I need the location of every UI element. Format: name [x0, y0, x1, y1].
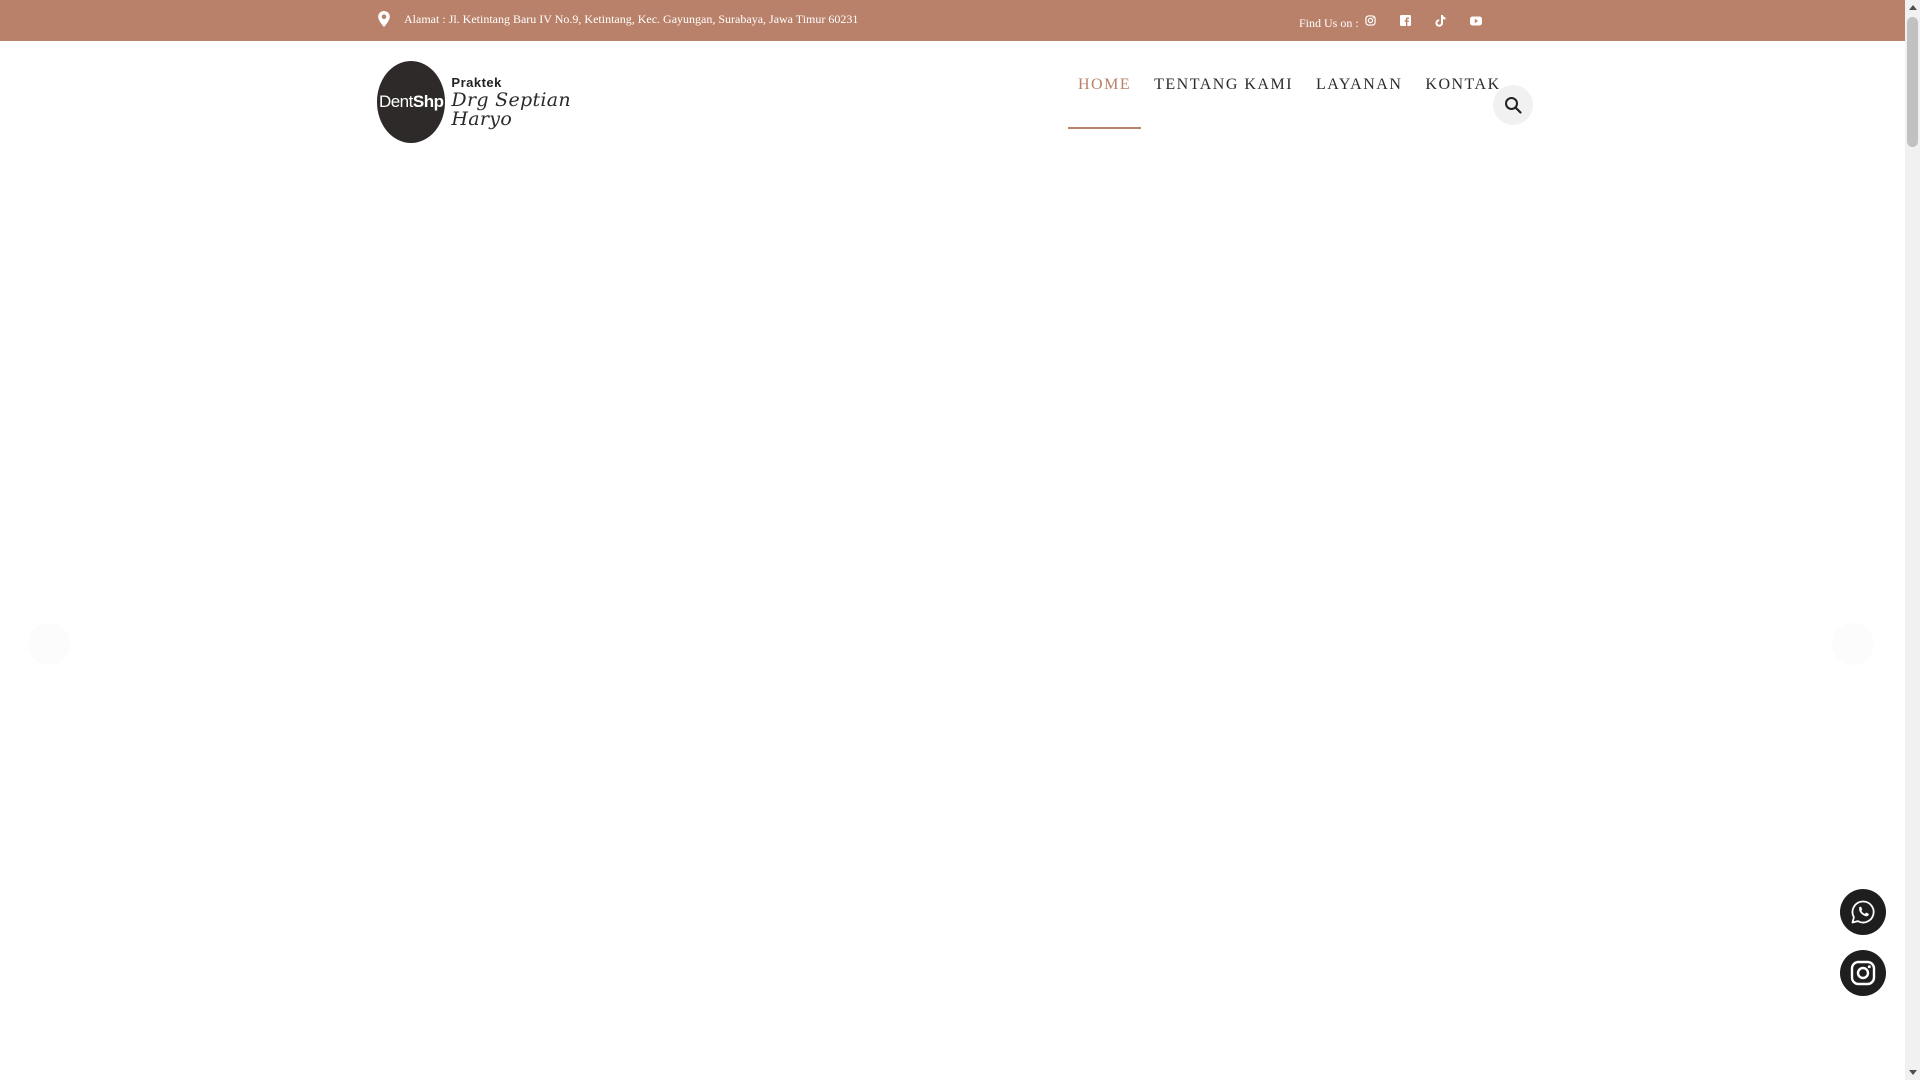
address-info: Alamat : Jl. Ketintang Baru IV No.9, Ket…: [377, 11, 858, 27]
logo-text: Praktek Drg Septian Haryo: [451, 76, 607, 129]
page-scrollbar[interactable]: [1905, 0, 1920, 1080]
facebook-icon[interactable]: [1399, 12, 1435, 30]
search-button[interactable]: [1493, 85, 1533, 125]
site-header: Dent Shp Praktek Drg Septian Haryo HOME T…: [0, 41, 1905, 151]
hero-slider: [0, 151, 1905, 1080]
logo-badge: Dent Shp: [377, 61, 446, 143]
site-logo[interactable]: Dent Shp Praktek Drg Septian Haryo: [377, 61, 607, 143]
nav-item-tentang-kami[interactable]: TENTANG KAMI: [1144, 41, 1303, 129]
social-links: Find Us on :: [1299, 10, 1505, 31]
scroll-up-arrow-icon[interactable]: [1905, 0, 1920, 15]
slider-prev-button[interactable]: [28, 623, 70, 665]
whatsapp-icon: [1851, 900, 1875, 924]
logo-praktek: Praktek: [451, 74, 502, 90]
logo-brand-light: Dent: [378, 92, 413, 111]
slider-next-button[interactable]: [1832, 623, 1874, 665]
find-us-label: Find Us on :: [1299, 16, 1359, 30]
address-text: Alamat : Jl. Ketintang Baru IV No.9, Ket…: [404, 11, 859, 26]
main-nav: HOME TENTANG KAMI LAYANAN KONTAK: [1068, 41, 1514, 129]
nav-item-home[interactable]: HOME: [1068, 41, 1142, 129]
youtube-icon[interactable]: [1469, 12, 1505, 30]
scrollbar-thumb[interactable]: [1907, 17, 1918, 147]
nav-item-layanan[interactable]: LAYANAN: [1306, 41, 1412, 129]
search-icon: [1505, 97, 1522, 114]
logo-brand-bold: Shp: [412, 92, 444, 111]
tiktok-icon[interactable]: [1435, 12, 1470, 30]
instagram-icon[interactable]: [1365, 12, 1400, 30]
logo-signature: Drg Septian Haryo: [451, 88, 571, 130]
instagram-icon: [1850, 960, 1876, 986]
whatsapp-button[interactable]: [1840, 889, 1886, 935]
instagram-float-button[interactable]: [1840, 950, 1886, 996]
map-pin-icon: [377, 11, 391, 27]
top-bar: Alamat : Jl. Ketintang Baru IV No.9, Ket…: [0, 0, 1905, 41]
scroll-down-arrow-icon[interactable]: [1905, 1065, 1920, 1080]
